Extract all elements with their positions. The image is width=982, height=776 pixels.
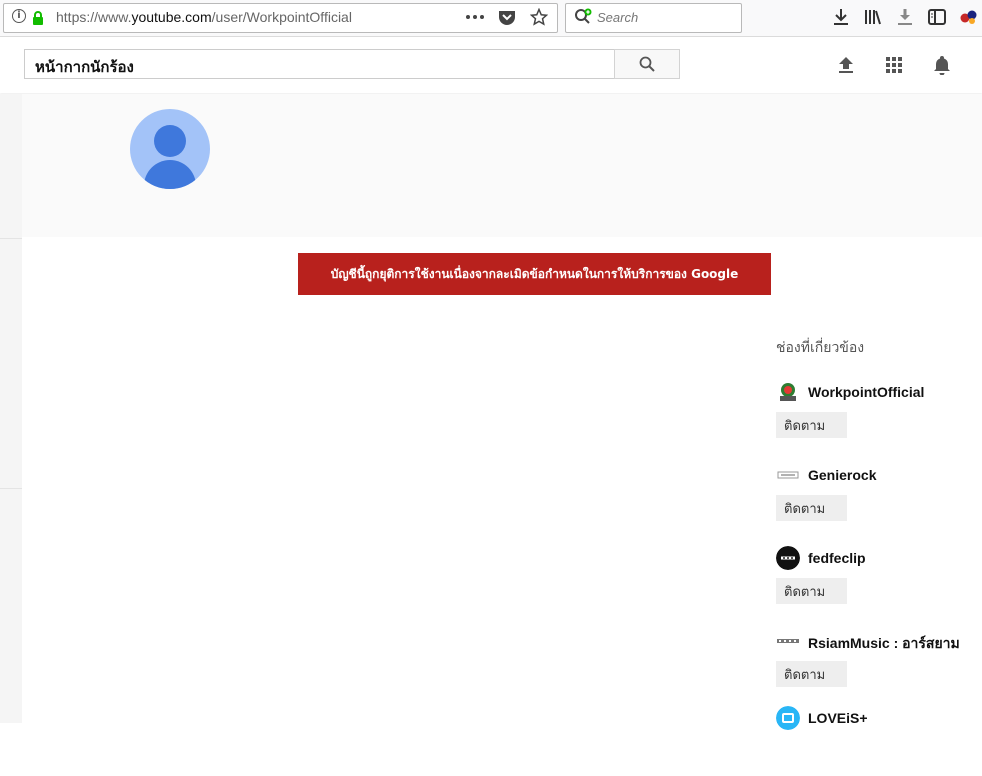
related-channel-name[interactable]: RsiamMusic : อาร์สยาม bbox=[808, 633, 960, 655]
related-channel: Genierock ติดตาม bbox=[776, 463, 982, 533]
search-icon bbox=[639, 56, 655, 72]
genierock-logo-icon[interactable] bbox=[776, 463, 800, 487]
download-icon[interactable] bbox=[832, 6, 850, 28]
divider bbox=[0, 238, 22, 239]
rsiam-logo-icon[interactable] bbox=[776, 629, 800, 653]
subscribe-button[interactable]: ติดตาม bbox=[776, 495, 847, 521]
more-icon[interactable] bbox=[465, 7, 485, 27]
download-arrow-icon[interactable] bbox=[896, 6, 914, 28]
library-icon[interactable] bbox=[864, 6, 882, 28]
related-channel: fedfeclip ติดตาม bbox=[776, 546, 982, 616]
related-channel-name[interactable]: fedfeclip bbox=[808, 550, 866, 566]
subscribe-button[interactable]: ติดตาม bbox=[776, 578, 847, 604]
youtube-masthead: หน้ากากนักร้อง bbox=[0, 37, 982, 93]
search-query[interactable]: หน้ากากนักร้อง bbox=[35, 55, 134, 79]
browser-toolbar: i https://www.youtube.com/user/Workpoint… bbox=[0, 0, 982, 37]
termination-banner: บัญชีนี้ถูกยุติการใช้งานเนื่องจากละเมิดข… bbox=[298, 253, 771, 295]
address-bar[interactable]: i https://www.youtube.com/user/Workpoint… bbox=[3, 3, 558, 33]
related-channel: WorkpointOfficial ติดตาม bbox=[776, 380, 982, 450]
avatar bbox=[130, 109, 210, 189]
bell-icon[interactable] bbox=[932, 55, 952, 75]
related-channel-name[interactable]: WorkpointOfficial bbox=[808, 384, 924, 400]
related-channel-name[interactable]: Genierock bbox=[808, 467, 876, 483]
related-channel: LOVEiS+ bbox=[776, 706, 982, 776]
apps-icon[interactable] bbox=[884, 55, 904, 75]
guide-rail bbox=[0, 94, 22, 723]
workpoint-logo-icon[interactable] bbox=[776, 380, 800, 404]
related-channels-title: ช่องที่เกี่ยวข้อง bbox=[776, 340, 865, 356]
extensions-icon[interactable] bbox=[960, 6, 978, 28]
lock-icon[interactable] bbox=[32, 10, 44, 26]
star-icon[interactable] bbox=[529, 7, 549, 27]
subscribe-button[interactable]: ติดตาม bbox=[776, 661, 847, 687]
info-icon[interactable]: i bbox=[12, 9, 26, 23]
avatar-head bbox=[154, 125, 186, 157]
divider bbox=[0, 488, 22, 489]
subscribe-button[interactable]: ติดตาม bbox=[776, 412, 847, 438]
avatar-body bbox=[144, 160, 196, 189]
upload-icon[interactable] bbox=[836, 55, 856, 75]
search-placeholder: Search bbox=[597, 10, 639, 25]
loveis-logo-icon[interactable] bbox=[776, 706, 800, 730]
search-button[interactable] bbox=[614, 49, 680, 79]
pocket-icon[interactable] bbox=[497, 7, 517, 27]
sidebar-icon[interactable] bbox=[928, 6, 946, 28]
search-icon bbox=[575, 8, 592, 24]
search-input[interactable]: หน้ากากนักร้อง bbox=[24, 49, 614, 79]
related-channel-name[interactable]: LOVEiS+ bbox=[808, 710, 868, 726]
url-text[interactable]: https://www.youtube.com/user/WorkpointOf… bbox=[56, 9, 352, 25]
fedfe-logo-icon[interactable] bbox=[776, 546, 800, 570]
browser-search-field[interactable]: Search bbox=[565, 3, 742, 33]
related-channel: RsiamMusic : อาร์สยาม ติดตาม bbox=[776, 629, 982, 699]
termination-message: บัญชีนี้ถูกยุติการใช้งานเนื่องจากละเมิดข… bbox=[330, 266, 739, 281]
